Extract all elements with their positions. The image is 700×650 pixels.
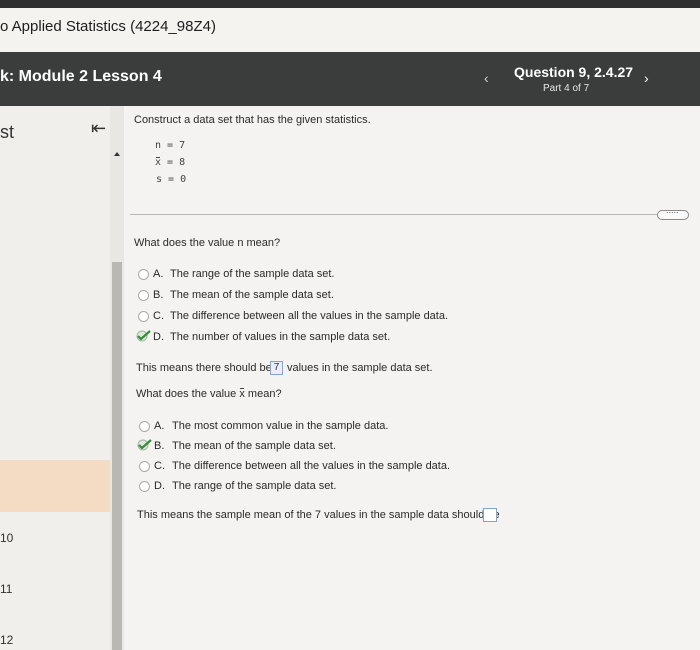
q1-option-d-checked-icon[interactable] xyxy=(136,330,152,342)
q2-option-a-text[interactable]: The most common value in the sample data… xyxy=(172,420,388,432)
q2-option-c-letter: C. xyxy=(154,460,165,472)
q1-option-d-text[interactable]: The number of values in the sample data … xyxy=(170,331,390,343)
sidebar-item-number[interactable]: 12 xyxy=(0,633,13,647)
stat-xbar: x = 8 xyxy=(155,157,186,168)
q2-option-b-checked-icon[interactable] xyxy=(137,439,153,451)
q2-answer-box[interactable] xyxy=(483,508,497,522)
q2-option-d-text[interactable]: The range of the sample data set. xyxy=(172,480,337,492)
q1-option-b-text[interactable]: The mean of the sample data set. xyxy=(170,289,334,301)
module-bar: k: Module 2 Lesson 4 ‹ Question 9, 2.4.2… xyxy=(0,52,700,106)
course-title: o Applied Statistics (4224_98Z4) xyxy=(0,18,216,35)
sidebar-item-number[interactable]: 10 xyxy=(0,531,13,545)
next-question-button[interactable]: › xyxy=(644,70,649,86)
q2-result-text: This means the sample mean of the 7 valu… xyxy=(137,509,500,521)
section-divider xyxy=(130,214,660,215)
q1-option-d-letter: D. xyxy=(153,331,164,343)
top-strip xyxy=(0,0,700,8)
q1-option-c-text[interactable]: The difference between all the values in… xyxy=(170,310,448,322)
course-bar: o Applied Statistics (4224_98Z4) xyxy=(0,8,700,53)
scroll-up-icon[interactable] xyxy=(114,152,120,156)
q1-option-b-letter: B. xyxy=(153,289,164,301)
q1-option-a-letter: A. xyxy=(153,268,164,280)
q2-prompt: What does the value x mean? xyxy=(136,388,282,400)
stat-n: n = 7 xyxy=(155,140,186,151)
stat-s: s = 0 xyxy=(156,174,187,185)
q2-option-c-text[interactable]: The difference between all the values in… xyxy=(172,460,450,472)
q2-option-a-letter: A. xyxy=(154,420,165,432)
sidebar-current-item[interactable] xyxy=(0,460,110,512)
q1-result-after: values in the sample data set. xyxy=(287,362,433,374)
q1-option-a-radio[interactable] xyxy=(138,269,149,280)
question-label: Question 9, 2.4.27 xyxy=(514,64,634,80)
scrollbar-thumb[interactable] xyxy=(112,262,122,650)
q2-option-a-radio[interactable] xyxy=(139,421,150,432)
sidebar-item-number[interactable]: 11 xyxy=(0,582,12,596)
question-part: Part 4 of 7 xyxy=(543,83,590,94)
module-title: k: Module 2 Lesson 4 xyxy=(0,68,162,85)
q2-option-b-letter: B. xyxy=(154,440,165,452)
q2-option-c-radio[interactable] xyxy=(139,461,150,472)
sidebar-partial-label: st xyxy=(0,122,15,142)
q1-option-a-text[interactable]: The range of the sample data set. xyxy=(170,268,335,280)
q1-option-b-radio[interactable] xyxy=(138,290,149,301)
question-content: Construct a data set that has the given … xyxy=(124,106,700,650)
q1-answer-box[interactable]: 7 xyxy=(270,361,283,375)
collapse-left-icon[interactable]: ⇤ xyxy=(91,118,106,139)
q1-result-before: This means there should be xyxy=(136,362,272,374)
previous-question-button[interactable]: ‹ xyxy=(484,70,489,86)
q2-option-b-text[interactable]: The mean of the sample data set. xyxy=(172,440,336,452)
q1-option-c-radio[interactable] xyxy=(138,311,149,322)
expand-more-button[interactable]: ..... xyxy=(657,205,689,220)
q2-option-d-radio[interactable] xyxy=(139,481,150,492)
problem-prompt: Construct a data set that has the given … xyxy=(134,114,371,126)
q2-option-d-letter: D. xyxy=(154,480,165,492)
sidebar: st 10 11 12 ⇤ xyxy=(0,106,110,650)
q1-prompt: What does the value n mean? xyxy=(134,237,281,249)
q1-option-c-letter: C. xyxy=(153,310,164,322)
